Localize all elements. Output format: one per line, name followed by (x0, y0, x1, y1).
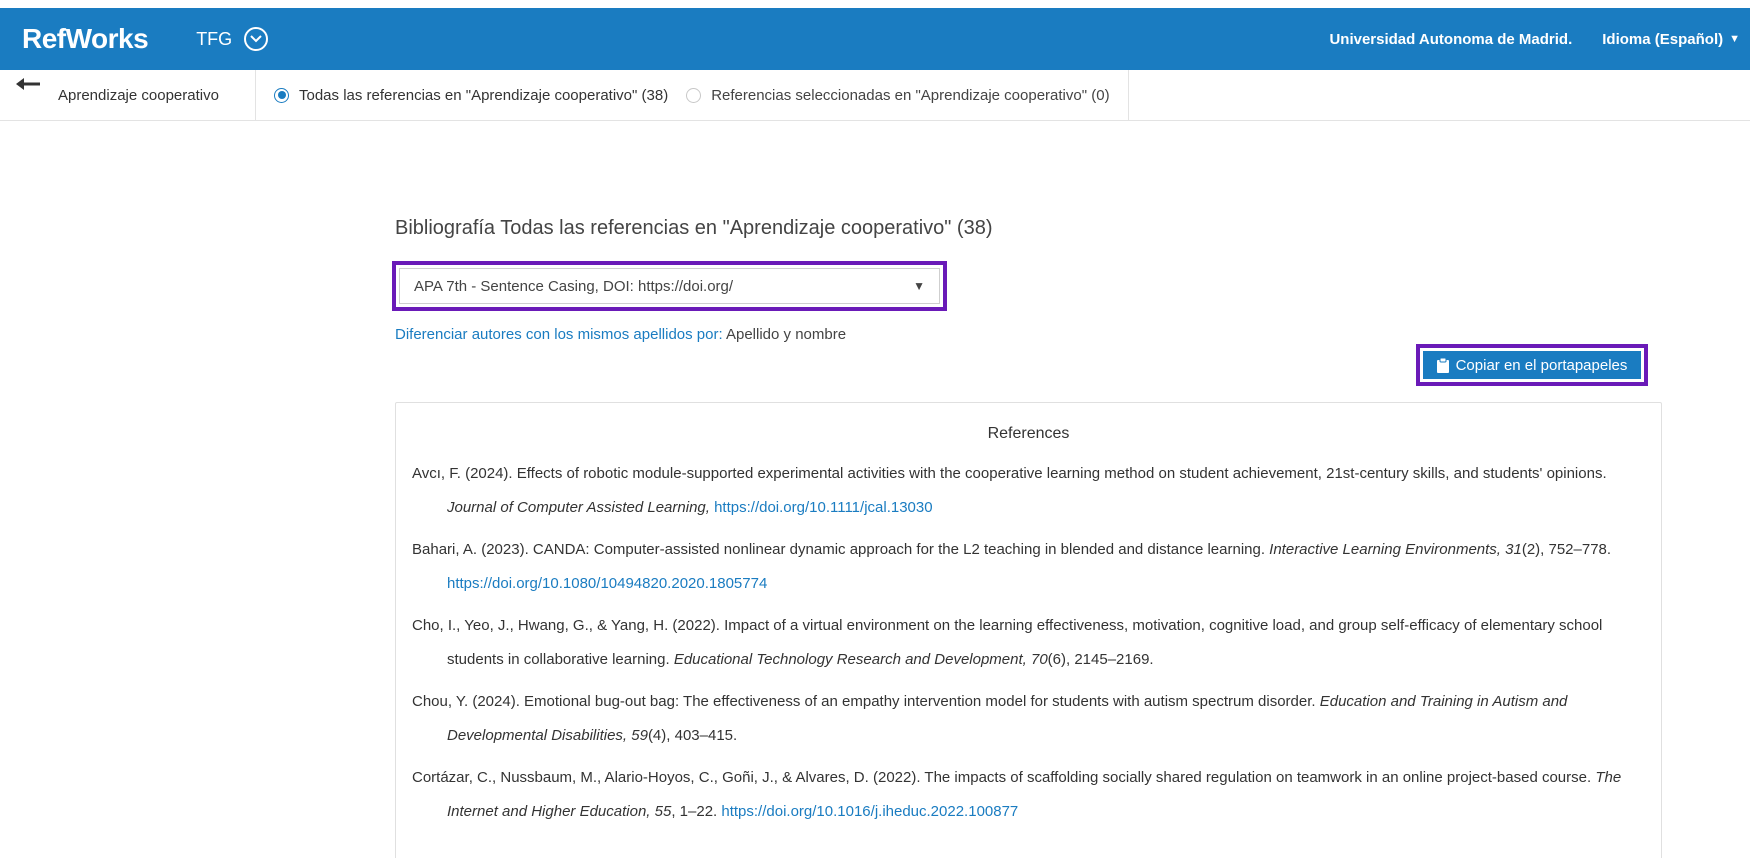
references-heading: References (987, 425, 1070, 442)
reference-list: Avcı, F. (2024). Effects of robotic modu… (396, 457, 1661, 829)
language-menu[interactable]: Idioma (Español) ▼ (1602, 31, 1740, 48)
disambiguate-value: Apellido y nombre (722, 326, 847, 343)
scope-bar: Aprendizaje cooperativo Todas las refere… (0, 70, 1750, 121)
bibliography-title: Bibliografía Todas las referencias en "A… (395, 217, 993, 239)
reference-entry: Chou, Y. (2024). Emotional bug-out bag: … (412, 685, 1641, 753)
clipboard-icon (1436, 357, 1449, 373)
reference-entry: Cho, I., Yeo, J., Hwang, G., & Yang, H. … (412, 609, 1641, 677)
citation-style-select[interactable]: APA 7th - Sentence Casing, DOI: https://… (399, 268, 940, 304)
scope-selected-label[interactable]: Referencias seleccionadas en "Aprendizaj… (711, 87, 1109, 104)
disambiguate-link[interactable]: Diferenciar autores con los mismos apell… (395, 326, 723, 343)
back-arrow-icon[interactable] (14, 74, 44, 94)
scope-selected-radio[interactable] (686, 87, 702, 103)
reference-details: (2), 752–778. (1521, 541, 1612, 558)
citation-style-value: APA 7th - Sentence Casing, DOI: https://… (414, 277, 734, 295)
language-label: Idioma (Español) (1602, 30, 1724, 48)
reference-text: Bahari, A. (2023). CANDA: Computer-assis… (412, 541, 1270, 558)
reference-details: (6), 2145–2169. (1047, 651, 1154, 668)
header-right: Universidad Autonoma de Madrid. Idioma (… (1329, 31, 1750, 48)
chevron-down-icon (250, 35, 262, 43)
top-header: RefWorks TFG Universidad Autonoma de Mad… (0, 8, 1750, 70)
copy-button-label: Copiar en el portapapeles (1455, 356, 1628, 374)
references-panel: References Avcı, F. (2024). Effects of r… (395, 402, 1662, 858)
caret-down-icon: ▼ (1729, 33, 1740, 45)
reference-details: , 1–22. (671, 803, 722, 820)
scope-options: Todas las referencias en "Aprendizaje co… (256, 70, 1129, 120)
reference-entry: Cortázar, C., Nussbaum, M., Alario-Hoyos… (412, 761, 1641, 829)
reference-doi-link[interactable]: https://doi.org/10.1111/jcal.13030 (714, 499, 933, 516)
reference-doi-link[interactable]: https://doi.org/10.1080/10494820.2020.18… (447, 575, 767, 592)
caret-down-icon: ▼ (913, 279, 925, 293)
reference-source: Educational Technology Research and Deve… (673, 651, 1048, 668)
reference-entry: Avcı, F. (2024). Effects of robotic modu… (412, 457, 1641, 525)
reference-text: Avcı, F. (2024). Effects of robotic modu… (412, 465, 1607, 482)
reference-text: Chou, Y. (2024). Emotional bug-out bag: … (412, 693, 1320, 710)
citation-style-highlight: APA 7th - Sentence Casing, DOI: https://… (392, 261, 947, 311)
copy-button-highlight: Copiar en el portapapeles (1416, 344, 1648, 386)
project-menu-button[interactable] (244, 27, 269, 51)
reference-entry: Bahari, A. (2023). CANDA: Computer-assis… (412, 533, 1641, 601)
project-name[interactable]: TFG (196, 29, 232, 50)
reference-source: Interactive Learning Environments, 31 (1269, 541, 1522, 558)
reference-details: (4), 403–415. (647, 727, 738, 744)
reference-doi-link[interactable]: https://doi.org/10.1016/j.iheduc.2022.10… (721, 803, 1018, 820)
reference-text: Cortázar, C., Nussbaum, M., Alario-Hoyos… (412, 769, 1596, 786)
disambiguate-authors: Diferenciar autores con los mismos apell… (395, 326, 846, 343)
scope-all-label[interactable]: Todas las referencias en "Aprendizaje co… (299, 87, 668, 104)
copy-to-clipboard-button[interactable]: Copiar en el portapapeles (1423, 351, 1641, 379)
institution-name: Universidad Autonoma de Madrid. (1329, 30, 1573, 48)
scope-all-radio[interactable] (274, 87, 289, 103)
reference-source: Journal of Computer Assisted Learning, (447, 499, 710, 516)
refworks-logo[interactable]: RefWorks (22, 23, 149, 55)
